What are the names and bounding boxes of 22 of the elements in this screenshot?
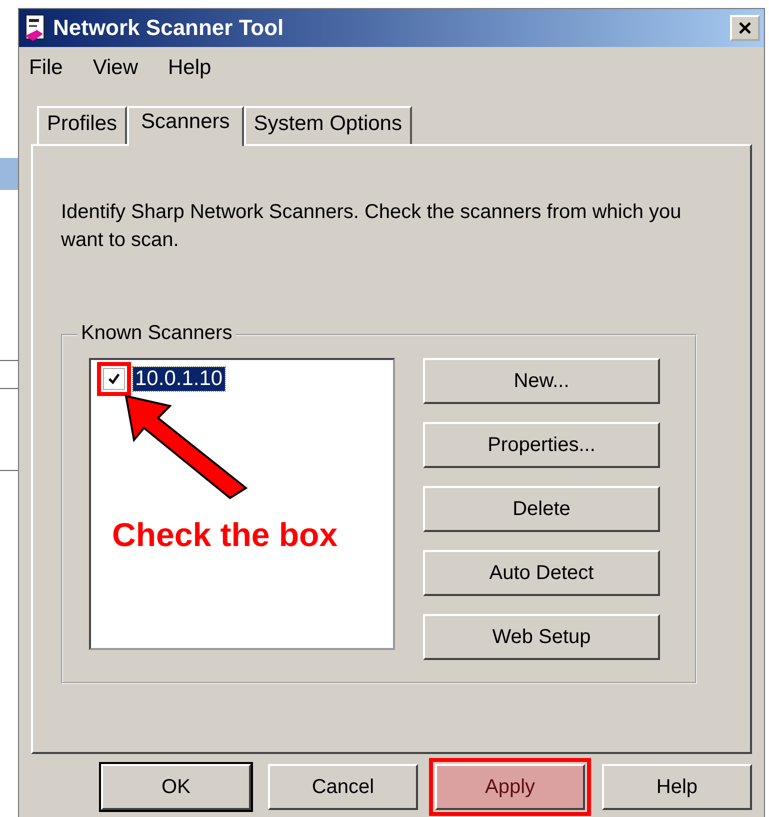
annotation-text: Check the box — [112, 516, 338, 554]
window-title: Network Scanner Tool — [53, 15, 285, 41]
list-item[interactable]: 10.0.1.10 — [133, 367, 225, 391]
description-text: Identify Sharp Network Scanners. Check the scanners from which you want to scan. — [61, 200, 682, 253]
button[interactable]: Cancel — [268, 764, 418, 810]
menu-item[interactable]: File — [29, 56, 63, 80]
button[interactable]: Properties... — [423, 422, 660, 468]
tab[interactable]: Scanners — [127, 106, 244, 146]
button[interactable]: Delete — [423, 486, 660, 532]
button[interactable]: Auto Detect — [423, 550, 660, 596]
checkbox[interactable] — [97, 362, 131, 396]
close-button[interactable] — [730, 15, 760, 41]
button[interactable]: Web Setup — [423, 614, 660, 660]
check-icon — [107, 372, 121, 386]
menu-item[interactable]: View — [92, 56, 138, 80]
button[interactable]: OK — [101, 764, 251, 810]
button[interactable]: Help — [602, 764, 752, 810]
tab[interactable]: Profiles — [37, 106, 128, 144]
button[interactable]: New... — [423, 358, 660, 404]
tab[interactable]: System Options — [244, 106, 412, 144]
close-icon — [738, 21, 752, 35]
menu-item[interactable]: Help — [168, 56, 212, 80]
